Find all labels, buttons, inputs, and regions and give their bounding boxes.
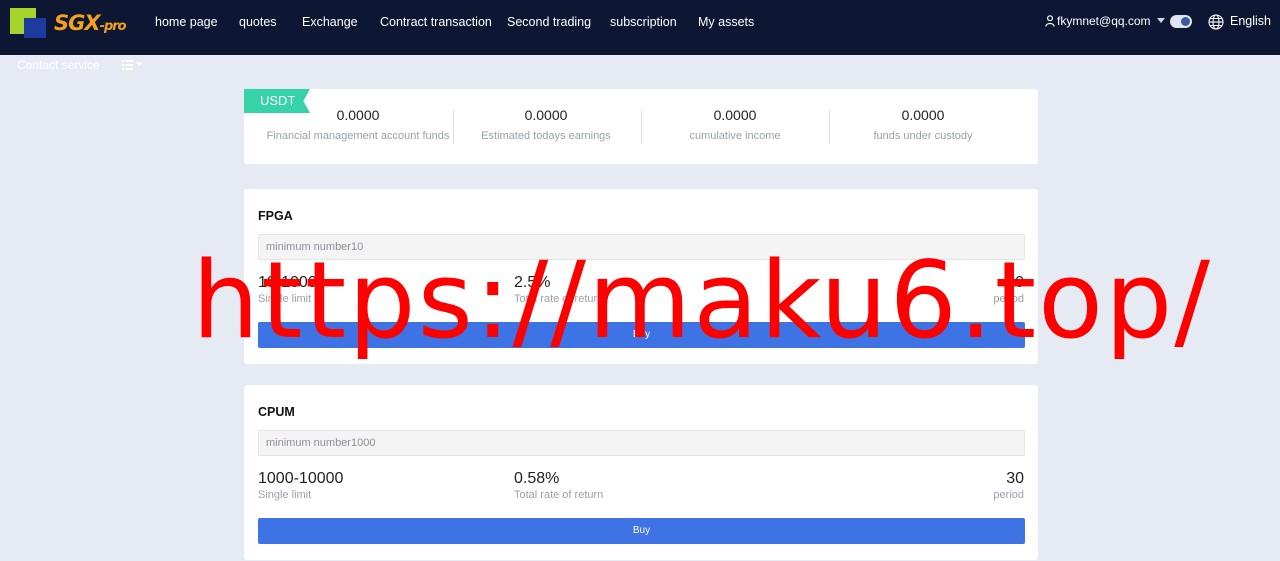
globe-icon[interactable] xyxy=(1208,14,1224,30)
rate-value: 0.58% xyxy=(514,470,560,487)
top-navbar: SGX-pro home page quotes Exchange Contra… xyxy=(0,0,1280,55)
stat-financial-account-funds: 0.0000 Financial management account fund… xyxy=(264,107,452,142)
single-limit: 10-1000 Single limit xyxy=(258,274,317,305)
contact-service-link[interactable]: Contact service xyxy=(17,58,100,72)
nav-exchange[interactable]: Exchange xyxy=(302,15,358,29)
amount-input[interactable] xyxy=(258,430,1025,456)
nav-my-assets[interactable]: My assets xyxy=(698,15,754,29)
amount-input[interactable] xyxy=(258,234,1025,260)
nav-subscription[interactable]: subscription xyxy=(610,15,677,29)
stat-value: 0.0000 xyxy=(713,107,757,123)
nav-quotes[interactable]: quotes xyxy=(239,15,277,29)
buy-button[interactable]: Buy xyxy=(258,322,1025,348)
stat-label: cumulative income xyxy=(689,130,781,142)
user-account-menu[interactable]: fkymnet@qq.com xyxy=(1045,14,1151,28)
stat-label: funds under custody xyxy=(873,130,973,142)
period-label: period xyxy=(993,293,1024,305)
toggle-knob xyxy=(1181,17,1190,26)
period: 30 period xyxy=(993,470,1024,501)
rate-of-return: 2.5% Total rate of return xyxy=(514,274,603,305)
product-card-fpga: FPGA 10-1000 Single limit 2.5% Total rat… xyxy=(244,189,1038,364)
funds-summary-card: USDT 0.0000 Financial management account… xyxy=(244,89,1038,164)
limit-label: Single limit xyxy=(258,489,312,501)
limit-value: 1000-10000 xyxy=(258,470,344,487)
period: 30 period xyxy=(993,274,1024,305)
rate-of-return: 0.58% Total rate of return xyxy=(514,470,603,501)
limit-label: Single limit xyxy=(258,293,312,305)
single-limit: 1000-10000 Single limit xyxy=(258,470,343,501)
rate-label: Total rate of return xyxy=(514,489,604,501)
period-label: period xyxy=(993,489,1024,501)
rate-label: Total rate of return xyxy=(514,293,604,305)
buy-button[interactable]: Buy xyxy=(258,518,1025,544)
product-name: FPGA xyxy=(258,209,293,223)
product-name: CPUM xyxy=(258,405,295,419)
stat-value: 0.0000 xyxy=(336,107,380,123)
period-value: 30 xyxy=(1006,274,1024,291)
chevron-down-icon[interactable] xyxy=(1157,18,1165,23)
stat-value: 0.0000 xyxy=(901,107,945,123)
logo-square-blue xyxy=(24,18,46,38)
limit-value: 10-1000 xyxy=(258,274,317,291)
stat-estimated-todays-earnings: 0.0000 Estimated todays earnings xyxy=(452,107,640,142)
product-card-cpum: CPUM 1000-10000 Single limit 0.58% Total… xyxy=(244,385,1038,560)
theme-toggle[interactable] xyxy=(1170,15,1192,28)
stat-value: 0.0000 xyxy=(524,107,568,123)
nav-second-trading[interactable]: Second trading xyxy=(507,15,591,29)
logo-text: SGX-pro xyxy=(54,11,127,35)
stat-cumulative-income: 0.0000 cumulative income xyxy=(641,107,829,142)
stat-funds-under-custody: 0.0000 funds under custody xyxy=(829,107,1017,142)
brand-logo[interactable]: SGX-pro xyxy=(10,8,140,38)
user-icon xyxy=(1045,15,1055,27)
menu-list-icon[interactable] xyxy=(122,60,144,70)
nav-home-page[interactable]: home page xyxy=(155,15,218,29)
user-email: fkymnet@qq.com xyxy=(1057,14,1151,28)
stat-label: Financial management account funds xyxy=(266,130,450,142)
nav-contract-transaction[interactable]: Contract transaction xyxy=(380,15,492,29)
rate-value: 2.5% xyxy=(514,274,551,291)
language-selector[interactable]: English xyxy=(1230,14,1271,28)
period-value: 30 xyxy=(1006,470,1024,487)
stat-label: Estimated todays earnings xyxy=(481,130,611,142)
